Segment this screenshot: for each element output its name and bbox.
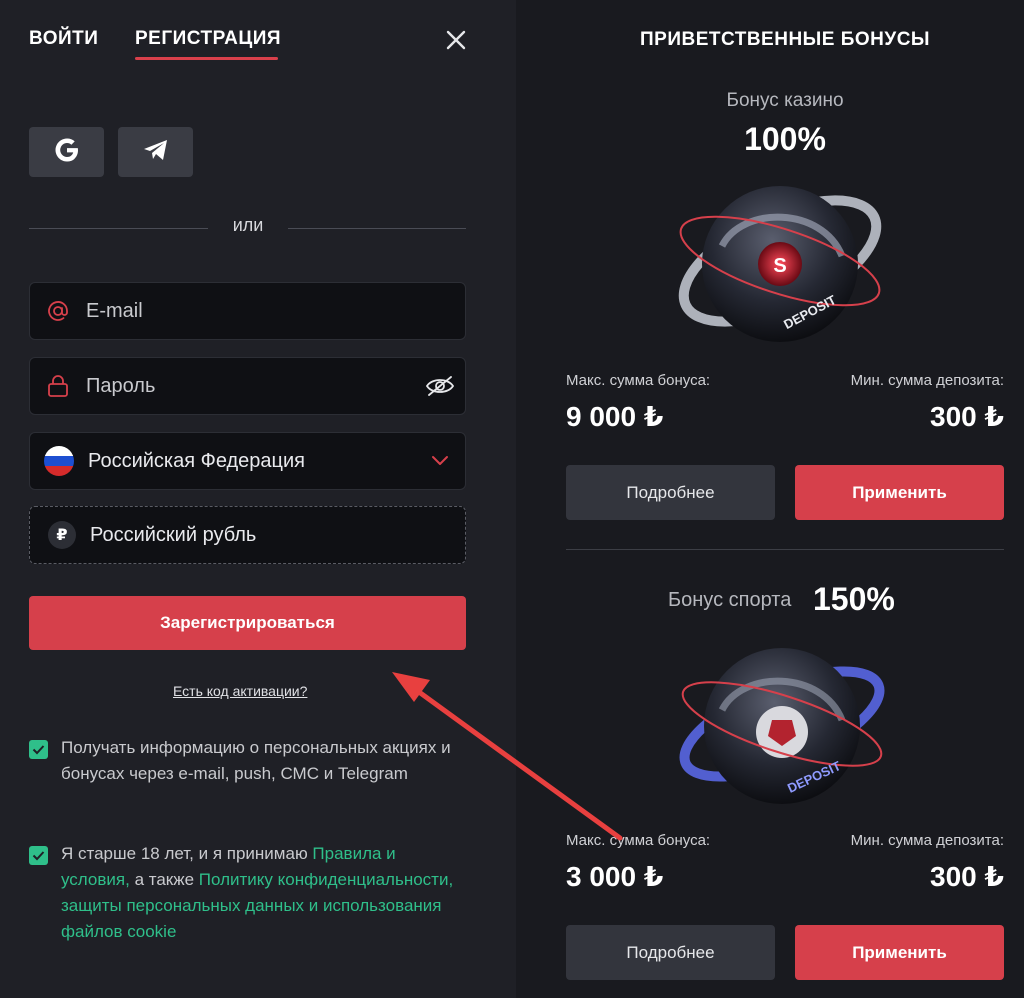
separator-line-right [288, 228, 466, 229]
google-icon [52, 135, 82, 170]
marketing-checkbox[interactable] [29, 740, 48, 759]
activation-code-link[interactable]: Есть код активации? [173, 683, 307, 699]
sport-more-button[interactable]: Подробнее [566, 925, 775, 980]
checkmark-icon [32, 745, 45, 755]
registration-panel: ВОЙТИ РЕГИСТРАЦИЯ или E-mail Российская … [0, 0, 516, 998]
russia-flag-icon [44, 446, 74, 476]
bonus-divider [566, 549, 1004, 550]
casino-bonus-label: Бонус казино [726, 90, 844, 111]
casino-bonus-percent: 100% [744, 121, 826, 157]
separator-line-left [29, 228, 208, 229]
separator-text: или [232, 215, 264, 235]
active-tab-indicator [135, 57, 278, 60]
age-terms-consent-text: Я старше 18 лет, и я принимаю Правила и … [61, 841, 461, 945]
chevron-down-icon[interactable] [415, 433, 465, 489]
casino-apply-button[interactable]: Применить [795, 465, 1004, 520]
telegram-icon [142, 138, 170, 167]
casino-min-label: Мин. сумма депозита: [850, 372, 1004, 389]
ruble-icon: ₽ [48, 521, 76, 549]
sport-apply-button[interactable]: Применить [795, 925, 1004, 980]
sport-deposit-orb-image: DEPOSIT [679, 648, 885, 804]
age-consent-prefix: Я старше 18 лет, и я принимаю [61, 844, 313, 863]
age-consent-middle: а также [129, 870, 199, 889]
register-button[interactable]: Зарегистрироваться [29, 596, 466, 650]
email-field[interactable] [29, 282, 466, 340]
sport-max-value: 3 000 ₺ [566, 861, 664, 892]
google-login-button[interactable] [29, 127, 104, 177]
orb-s-glyph: S [773, 255, 786, 277]
tab-login[interactable]: ВОЙТИ [29, 28, 98, 50]
sport-bonus-percent: 150% [813, 581, 895, 617]
email-input[interactable] [86, 283, 465, 339]
tab-register[interactable]: РЕГИСТРАЦИЯ [135, 28, 281, 50]
sport-min-value: 300 ₺ [930, 861, 1004, 892]
close-icon[interactable] [444, 28, 468, 52]
casino-deposit-orb-image: S DEPOSIT [678, 186, 882, 342]
lock-icon [30, 358, 86, 414]
casino-max-label: Макс. сумма бонуса: [566, 372, 711, 389]
marketing-consent-text: Получать информацию о персональных акция… [61, 738, 451, 783]
currency-field[interactable]: ₽ Российский рубль [29, 506, 466, 564]
password-input[interactable] [86, 358, 415, 414]
currency-value: Российский рубль [90, 523, 257, 546]
sport-max-label: Макс. сумма бонуса: [566, 832, 711, 849]
password-field[interactable] [29, 357, 466, 415]
telegram-login-button[interactable] [118, 127, 193, 177]
country-select[interactable]: Российская Федерация [29, 432, 466, 490]
bonuses-title: ПРИВЕТСТВЕННЫЕ БОНУСЫ [639, 29, 931, 50]
casino-min-value: 300 ₺ [930, 401, 1004, 432]
casino-more-button[interactable]: Подробнее [566, 465, 775, 520]
casino-max-value: 9 000 ₺ [566, 401, 664, 432]
sport-min-label: Мин. сумма депозита: [850, 832, 1004, 849]
eye-slash-icon[interactable] [415, 358, 465, 414]
checkmark-icon [32, 851, 45, 861]
country-value: Российская Федерация [88, 449, 306, 472]
sport-bonus-label: Бонус спорта [668, 589, 792, 611]
at-icon [30, 283, 86, 339]
age-terms-checkbox[interactable] [29, 846, 48, 865]
